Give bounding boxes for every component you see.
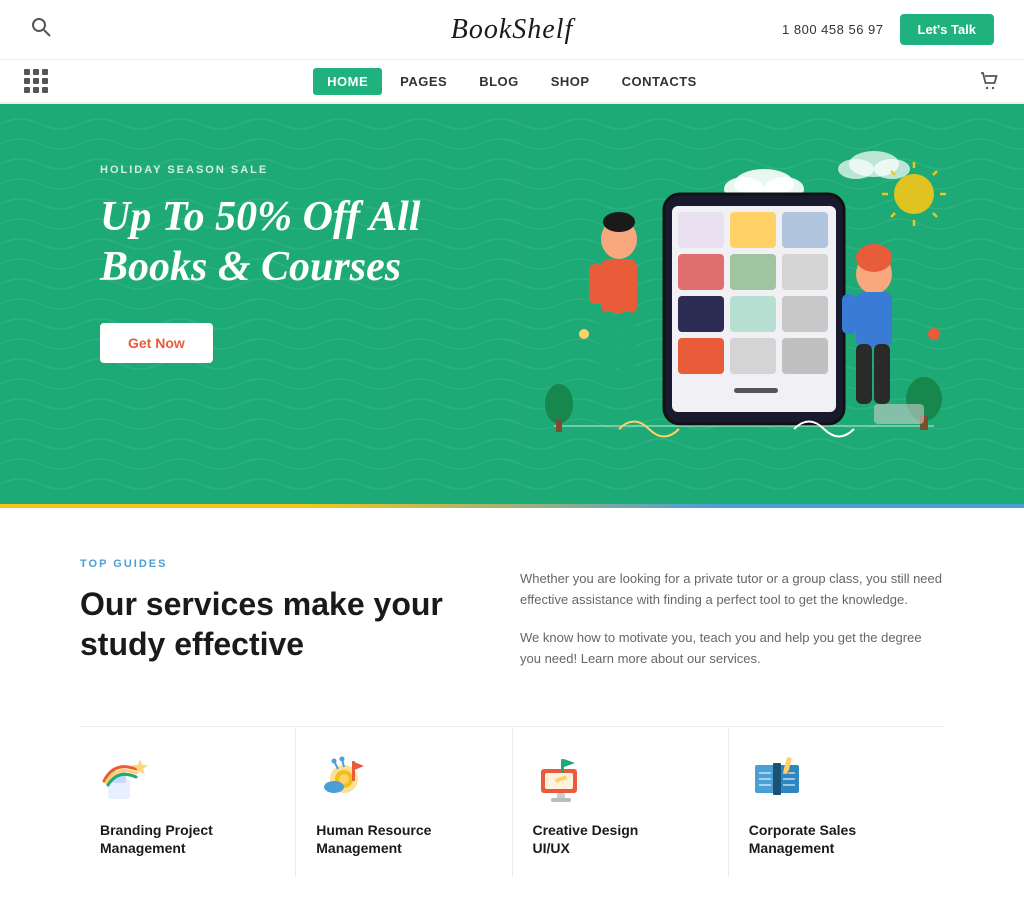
nav-links: HOME PAGES BLOG SHOP CONTACTS <box>313 68 711 95</box>
services-title: Our services make your study effective <box>80 584 460 664</box>
nav-shop[interactable]: SHOP <box>537 68 604 95</box>
service-card-sales: Corporate Sales Management <box>729 727 944 877</box>
phone-number: 1 800 458 56 97 <box>782 22 883 37</box>
branding-icon <box>100 751 156 807</box>
service-card-hr: Human Resource Management <box>296 727 512 877</box>
hero-illustration <box>504 134 964 494</box>
navbar: HOME PAGES BLOG SHOP CONTACTS <box>0 60 1024 104</box>
services-desc-2: We know how to motivate you, teach you a… <box>520 627 944 670</box>
sales-icon <box>749 751 805 807</box>
lets-talk-button[interactable]: Let's Talk <box>900 14 994 45</box>
services-left: TOP GUIDES Our services make your study … <box>80 558 460 686</box>
service-cards: Branding Project Management <box>80 726 944 877</box>
services-tag: TOP GUIDES <box>80 558 460 570</box>
service-name-hr: Human Resource Management <box>316 821 491 857</box>
services-top: TOP GUIDES Our services make your study … <box>80 558 944 686</box>
hr-icon <box>316 751 372 807</box>
service-name-sales: Corporate Sales Management <box>749 821 924 857</box>
grid-menu-icon[interactable] <box>24 69 48 93</box>
hero-section: HOLIDAY SEASON SALE Up To 50% Off All Bo… <box>0 104 1024 504</box>
nav-blog[interactable]: BLOG <box>465 68 533 95</box>
site-logo[interactable]: BookShelf <box>451 14 574 45</box>
nav-contacts[interactable]: CONTACTS <box>608 68 711 95</box>
services-section: TOP GUIDES Our services make your study … <box>0 508 1024 907</box>
cart-icon[interactable] <box>978 70 1000 92</box>
service-card-design: Creative Design UI/UX <box>513 727 729 877</box>
header-left <box>30 16 52 43</box>
header: BookShelf 1 800 458 56 97 Let's Talk <box>0 0 1024 60</box>
nav-home[interactable]: HOME <box>313 68 382 95</box>
service-name-design: Creative Design UI/UX <box>533 821 708 857</box>
service-card-branding: Branding Project Management <box>80 727 296 877</box>
services-desc-1: Whether you are looking for a private tu… <box>520 568 944 611</box>
hero-cta-button[interactable]: Get Now <box>100 323 213 363</box>
header-right: 1 800 458 56 97 Let's Talk <box>782 14 994 45</box>
services-description: Whether you are looking for a private tu… <box>520 558 944 686</box>
logo-area: BookShelf <box>451 14 574 46</box>
service-name-branding: Branding Project Management <box>100 821 275 857</box>
search-icon[interactable] <box>30 16 52 43</box>
design-icon <box>533 751 589 807</box>
nav-pages[interactable]: PAGES <box>386 68 461 95</box>
